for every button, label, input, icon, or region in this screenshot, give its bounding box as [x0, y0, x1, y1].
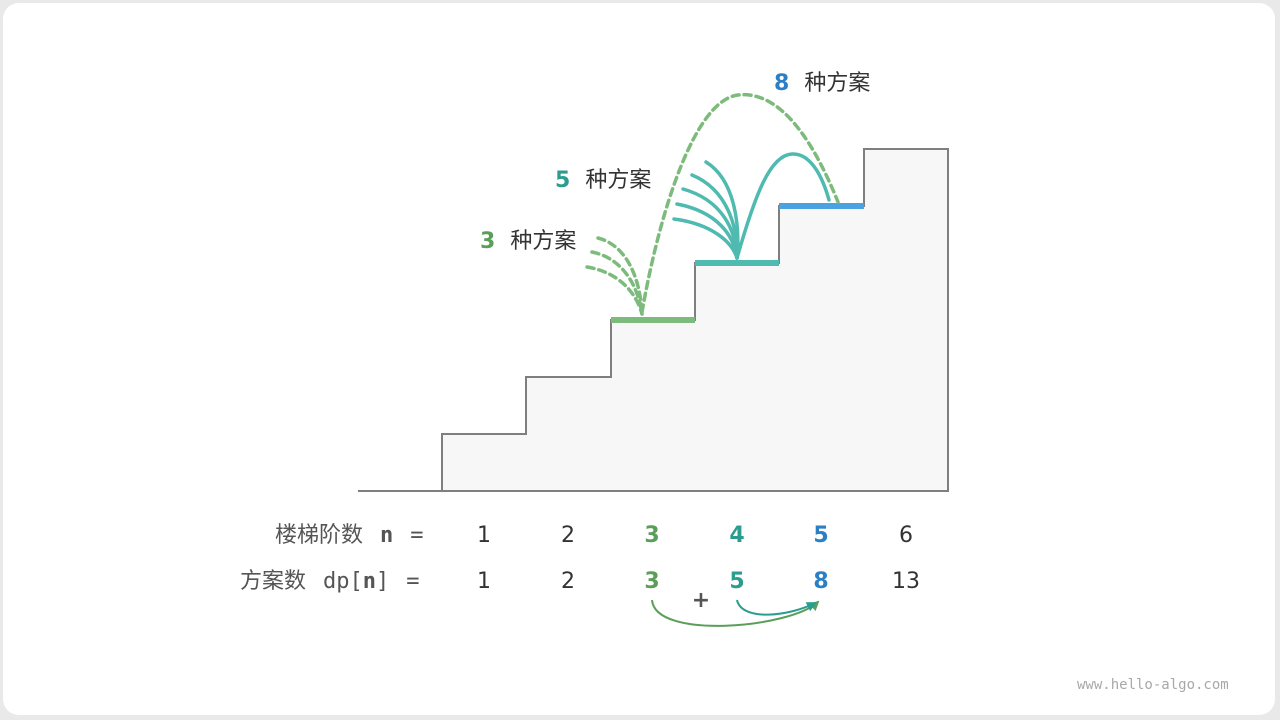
ways-cell-6: 13 [892, 569, 920, 594]
row-ways-var: n [362, 569, 377, 594]
ways-cell-1: 1 [477, 569, 491, 594]
watermark: www.hello-algo.com [1077, 677, 1229, 693]
annotation-5-count: 5 [555, 168, 571, 193]
staircase-diagram [358, 93, 949, 627]
ways-cell-2: 2 [561, 569, 575, 594]
row-ways-equals: = [406, 569, 420, 594]
row-ways-var-prefix: dp[ [323, 569, 363, 594]
row-steps-var: n [380, 523, 394, 548]
row-ways-label: 方案数 dp[n] = [240, 571, 420, 593]
row-ways-var-suffix: ] [376, 569, 390, 594]
annotation-8-text: 种方案 [804, 71, 871, 96]
step-cell-4: 4 [729, 523, 745, 548]
annotation-5-ways: 5 种方案 [555, 170, 651, 192]
step-cell-2: 2 [561, 523, 575, 548]
annotation-8-count: 8 [774, 71, 790, 96]
annotation-3-ways: 3 种方案 [480, 231, 576, 253]
plus-sign: + [691, 588, 711, 613]
row-steps-label-text: 楼梯阶数 [275, 523, 364, 548]
annotation-5-text: 种方案 [585, 168, 652, 193]
row-steps-label: 楼梯阶数 n = [275, 525, 424, 547]
annotation-3-count: 3 [480, 229, 496, 254]
step-cell-5: 5 [813, 523, 829, 548]
sum-arrow-from-5 [736, 599, 817, 616]
step-cell-6: 6 [899, 523, 913, 548]
step-cell-1: 1 [477, 523, 491, 548]
annotation-8-ways: 8 种方案 [774, 73, 870, 95]
step-cell-3: 3 [644, 523, 660, 548]
annotation-3-text: 种方案 [510, 229, 577, 254]
paths-to-step-3 [585, 236, 644, 316]
ways-cell-5: 8 [813, 569, 829, 594]
row-ways-label-text: 方案数 [240, 569, 307, 594]
row-steps-equals: = [410, 523, 424, 548]
